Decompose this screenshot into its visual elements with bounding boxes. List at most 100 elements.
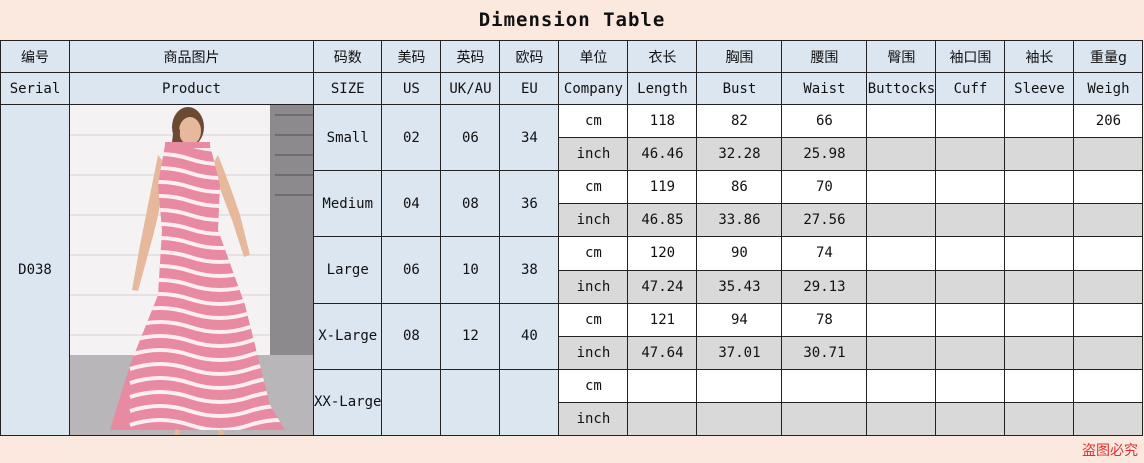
size-name-cell: XX-Large bbox=[312, 368, 383, 437]
header-en-cell: Company bbox=[558, 72, 629, 105]
watermark-text: 盗图必究 bbox=[1082, 443, 1138, 459]
length-cell bbox=[627, 368, 698, 404]
waist-cell: 29.13 bbox=[781, 269, 868, 304]
eu-size-cell: 38 bbox=[499, 236, 560, 304]
unit-cell: inch bbox=[558, 402, 629, 436]
weigh-cell: 206 bbox=[1073, 104, 1144, 138]
length-cell: 46.85 bbox=[627, 203, 698, 238]
bust-cell: 86 bbox=[696, 169, 783, 205]
waist-cell: 78 bbox=[781, 302, 868, 337]
unit-cell: inch bbox=[558, 335, 629, 370]
length-cell: 118 bbox=[627, 104, 698, 138]
header-cn-cell: 袖口围 bbox=[935, 40, 1006, 73]
header-cn-cell: 臀围 bbox=[866, 40, 937, 73]
cuff-cell bbox=[935, 203, 1006, 238]
header-en-cell: Length bbox=[627, 72, 698, 105]
header-en-cell: Weigh bbox=[1073, 72, 1144, 105]
bust-cell: 37.01 bbox=[696, 335, 783, 370]
bust-cell bbox=[696, 402, 783, 436]
header-en-cell: Product bbox=[69, 72, 314, 105]
header-cn-cell: 胸围 bbox=[696, 40, 783, 73]
uk-size-cell: 12 bbox=[440, 302, 501, 370]
unit-cell: cm bbox=[558, 368, 629, 404]
unit-cell: cm bbox=[558, 169, 629, 205]
us-size-cell: 08 bbox=[381, 302, 442, 370]
eu-size-cell bbox=[499, 368, 560, 437]
header-cn-cell: 袖长 bbox=[1004, 40, 1075, 73]
header-en-cell: Cuff bbox=[935, 72, 1006, 105]
product-photo-cell bbox=[69, 104, 314, 436]
buttocks-cell bbox=[866, 269, 937, 304]
header-en-cell: Serial bbox=[0, 72, 70, 105]
cuff-cell bbox=[935, 236, 1006, 271]
weigh-cell bbox=[1073, 169, 1144, 205]
buttocks-cell bbox=[866, 236, 937, 271]
size-name-cell: Small bbox=[312, 104, 383, 171]
us-size-cell: 06 bbox=[381, 236, 442, 304]
eu-size-cell: 34 bbox=[499, 104, 560, 171]
uk-size-cell bbox=[440, 368, 501, 437]
bust-cell bbox=[696, 368, 783, 404]
sleeve-cell bbox=[1004, 402, 1075, 436]
weigh-cell bbox=[1073, 302, 1144, 337]
us-size-cell: 02 bbox=[381, 104, 442, 171]
header-cn-cell: 商品图片 bbox=[69, 40, 314, 73]
unit-cell: inch bbox=[558, 269, 629, 304]
header-cn-cell: 码数 bbox=[312, 40, 383, 73]
length-cell: 46.46 bbox=[627, 137, 698, 171]
table-body: 编号 商品图片 码数 美码 英码 欧码 单位 衣长 胸围 腰围 臀围 袖口围 袖长 重量g Serial Pr… bbox=[0, 40, 1144, 437]
bust-cell: 94 bbox=[696, 302, 783, 337]
buttocks-cell bbox=[866, 302, 937, 337]
weigh-cell bbox=[1073, 137, 1144, 171]
waist-cell: 74 bbox=[781, 236, 868, 271]
header-en-cell: Bust bbox=[696, 72, 783, 105]
bust-cell: 35.43 bbox=[696, 269, 783, 304]
header-cn-cell: 编号 bbox=[0, 40, 70, 73]
buttocks-cell bbox=[866, 203, 937, 238]
uk-size-cell: 10 bbox=[440, 236, 501, 304]
cuff-cell bbox=[935, 302, 1006, 337]
length-cell: 119 bbox=[627, 169, 698, 205]
unit-cell: cm bbox=[558, 302, 629, 337]
waist-cell: 66 bbox=[781, 104, 868, 138]
cuff-cell bbox=[935, 368, 1006, 404]
size-name-cell: X-Large bbox=[312, 302, 383, 370]
header-cn-cell: 单位 bbox=[558, 40, 629, 73]
size-name-cell: Large bbox=[312, 236, 383, 304]
bust-cell: 82 bbox=[696, 104, 783, 138]
cuff-cell bbox=[935, 137, 1006, 171]
eu-size-cell: 36 bbox=[499, 169, 560, 238]
buttocks-cell bbox=[866, 104, 937, 138]
cuff-cell bbox=[935, 402, 1006, 436]
product-photo bbox=[70, 105, 313, 435]
header-cn-cell: 重量g bbox=[1073, 40, 1144, 73]
sleeve-cell bbox=[1004, 236, 1075, 271]
sleeve-cell bbox=[1004, 335, 1075, 370]
header-cn-cell: 英码 bbox=[440, 40, 501, 73]
header-en-cell: US bbox=[381, 72, 442, 105]
uk-size-cell: 08 bbox=[440, 169, 501, 238]
length-cell: 121 bbox=[627, 302, 698, 337]
dimension-table: 编号 商品图片 码数 美码 英码 欧码 单位 衣长 胸围 腰围 臀围 袖口围 袖长 重量g Serial Pr… bbox=[0, 40, 1144, 437]
weigh-cell bbox=[1073, 269, 1144, 304]
header-cn-cell: 美码 bbox=[381, 40, 442, 73]
unit-cell: inch bbox=[558, 137, 629, 171]
header-cn-cell: 欧码 bbox=[499, 40, 560, 73]
serial-cell: D038 bbox=[0, 104, 70, 436]
sleeve-cell bbox=[1004, 368, 1075, 404]
weigh-cell bbox=[1073, 335, 1144, 370]
header-cn-cell: 腰围 bbox=[781, 40, 868, 73]
weigh-cell bbox=[1073, 402, 1144, 436]
size-name-cell: Medium bbox=[312, 169, 383, 238]
sleeve-cell bbox=[1004, 104, 1075, 138]
header-cn-cell: 衣长 bbox=[627, 40, 698, 73]
buttocks-cell bbox=[866, 402, 937, 436]
waist-cell: 30.71 bbox=[781, 335, 868, 370]
header-en-cell: Waist bbox=[781, 72, 868, 105]
weigh-cell bbox=[1073, 236, 1144, 271]
bust-cell: 90 bbox=[696, 236, 783, 271]
cuff-cell bbox=[935, 104, 1006, 138]
size-row-cm: D038 Small 02 06 34 cm 118 82 66 206 bbox=[0, 104, 1144, 436]
length-cell: 120 bbox=[627, 236, 698, 271]
us-size-cell bbox=[381, 368, 442, 437]
